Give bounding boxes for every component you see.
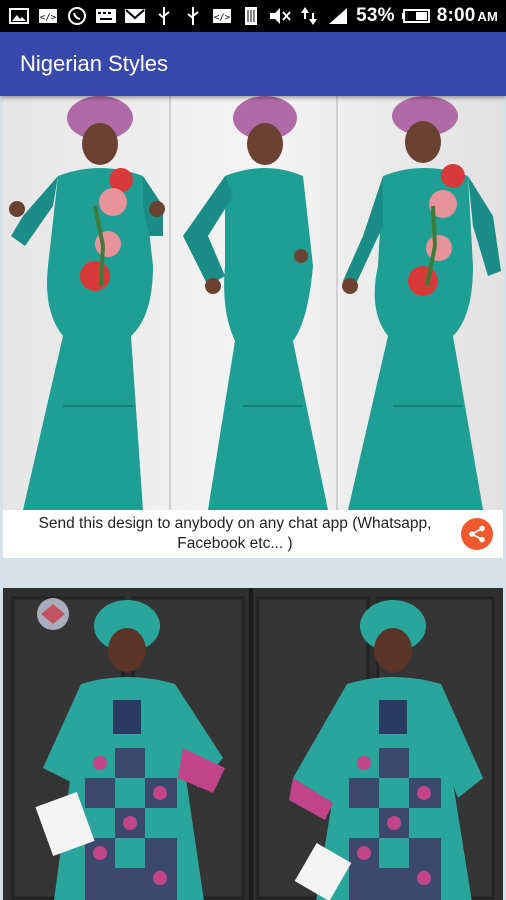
usb-icon xyxy=(182,6,204,26)
app-bar: Nigerian Styles xyxy=(0,32,506,96)
signal-icon xyxy=(327,6,349,26)
keyboard-icon xyxy=(95,6,117,26)
data-arrows-icon xyxy=(298,6,320,26)
battery-icon xyxy=(401,6,430,26)
sim-icon xyxy=(240,6,262,26)
svg-text:</>: </> xyxy=(40,13,57,23)
share-text-line-1: Send this design to anybody on any chat … xyxy=(38,515,432,532)
share-caption[interactable]: Send this design to anybody on any chat … xyxy=(3,510,503,558)
watermark-logo-icon xyxy=(37,598,69,630)
svg-text:</>: </> xyxy=(214,13,231,23)
clock: 8:00 AM xyxy=(437,5,498,27)
whatsapp-icon xyxy=(66,6,88,26)
share-button[interactable] xyxy=(461,518,493,550)
share-text-line-2: Facebook etc... ) xyxy=(177,535,293,552)
clock-ampm: AM xyxy=(477,9,498,24)
usb-icon xyxy=(153,6,175,26)
mute-icon xyxy=(269,6,291,26)
status-bar: </> </> 53% 8:00 AM xyxy=(0,0,506,32)
code-icon: </> xyxy=(211,6,233,26)
style-feed[interactable]: Send this design to anybody on any chat … xyxy=(0,96,506,900)
battery-percentage: 53% xyxy=(356,5,395,26)
style-photo[interactable] xyxy=(3,588,503,900)
notification-icons: </> </> xyxy=(8,6,262,26)
share-text[interactable]: Send this design to anybody on any chat … xyxy=(3,514,461,554)
share-icon xyxy=(469,525,485,543)
system-indicators: 53% 8:00 AM xyxy=(269,5,498,27)
clock-time: 8:00 xyxy=(436,5,476,26)
photo-icon xyxy=(8,6,30,26)
app-title: Nigerian Styles xyxy=(20,51,168,76)
style-card[interactable]: Send this design to anybody on any chat … xyxy=(3,96,503,558)
code-icon: </> xyxy=(37,6,59,26)
mail-icon xyxy=(124,6,146,26)
style-card[interactable] xyxy=(3,588,503,900)
style-photo[interactable] xyxy=(3,96,503,510)
